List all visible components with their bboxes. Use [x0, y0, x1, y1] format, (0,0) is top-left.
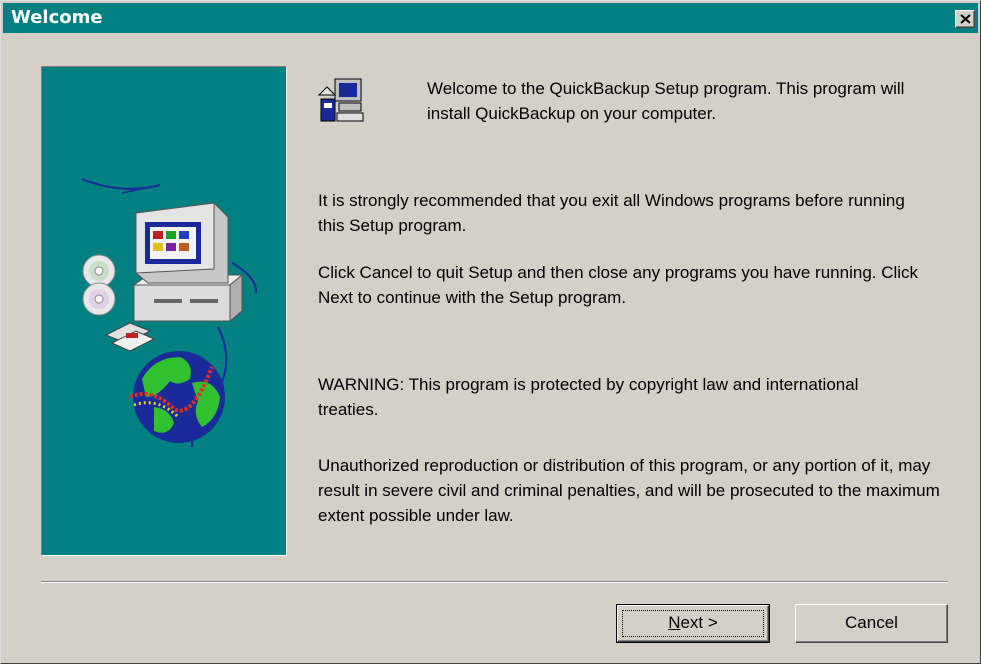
recommend-text: It is strongly recommended that you exit… — [318, 191, 905, 235]
next-button-label: Next > — [668, 613, 718, 632]
legal-text: Unauthorized reproduction or distributio… — [318, 456, 940, 525]
computer-globe-illustration — [81, 178, 258, 448]
setup-illustration-panel — [41, 66, 287, 556]
separator — [41, 581, 948, 583]
warning-text: WARNING: This program is protected by co… — [318, 375, 859, 419]
next-button[interactable]: Next > — [616, 604, 770, 643]
close-button[interactable] — [955, 10, 975, 28]
next-mnemonic: N — [668, 613, 681, 632]
cancel-button[interactable]: Cancel — [795, 604, 948, 643]
window-title: Welcome — [11, 7, 103, 28]
setup-computer-icon — [317, 78, 364, 122]
instructions-text: Click Cancel to quit Setup and then clos… — [318, 263, 919, 307]
welcome-dialog: Welcome Welcome to the QuickBackup Setup… — [0, 0, 981, 664]
close-icon — [960, 14, 971, 24]
cancel-button-label: Cancel — [845, 613, 898, 632]
intro-text: Welcome to the QuickBackup Setup program… — [427, 79, 905, 123]
next-label-rest: ext > — [680, 613, 718, 632]
title-bar[interactable]: Welcome — [3, 3, 978, 33]
